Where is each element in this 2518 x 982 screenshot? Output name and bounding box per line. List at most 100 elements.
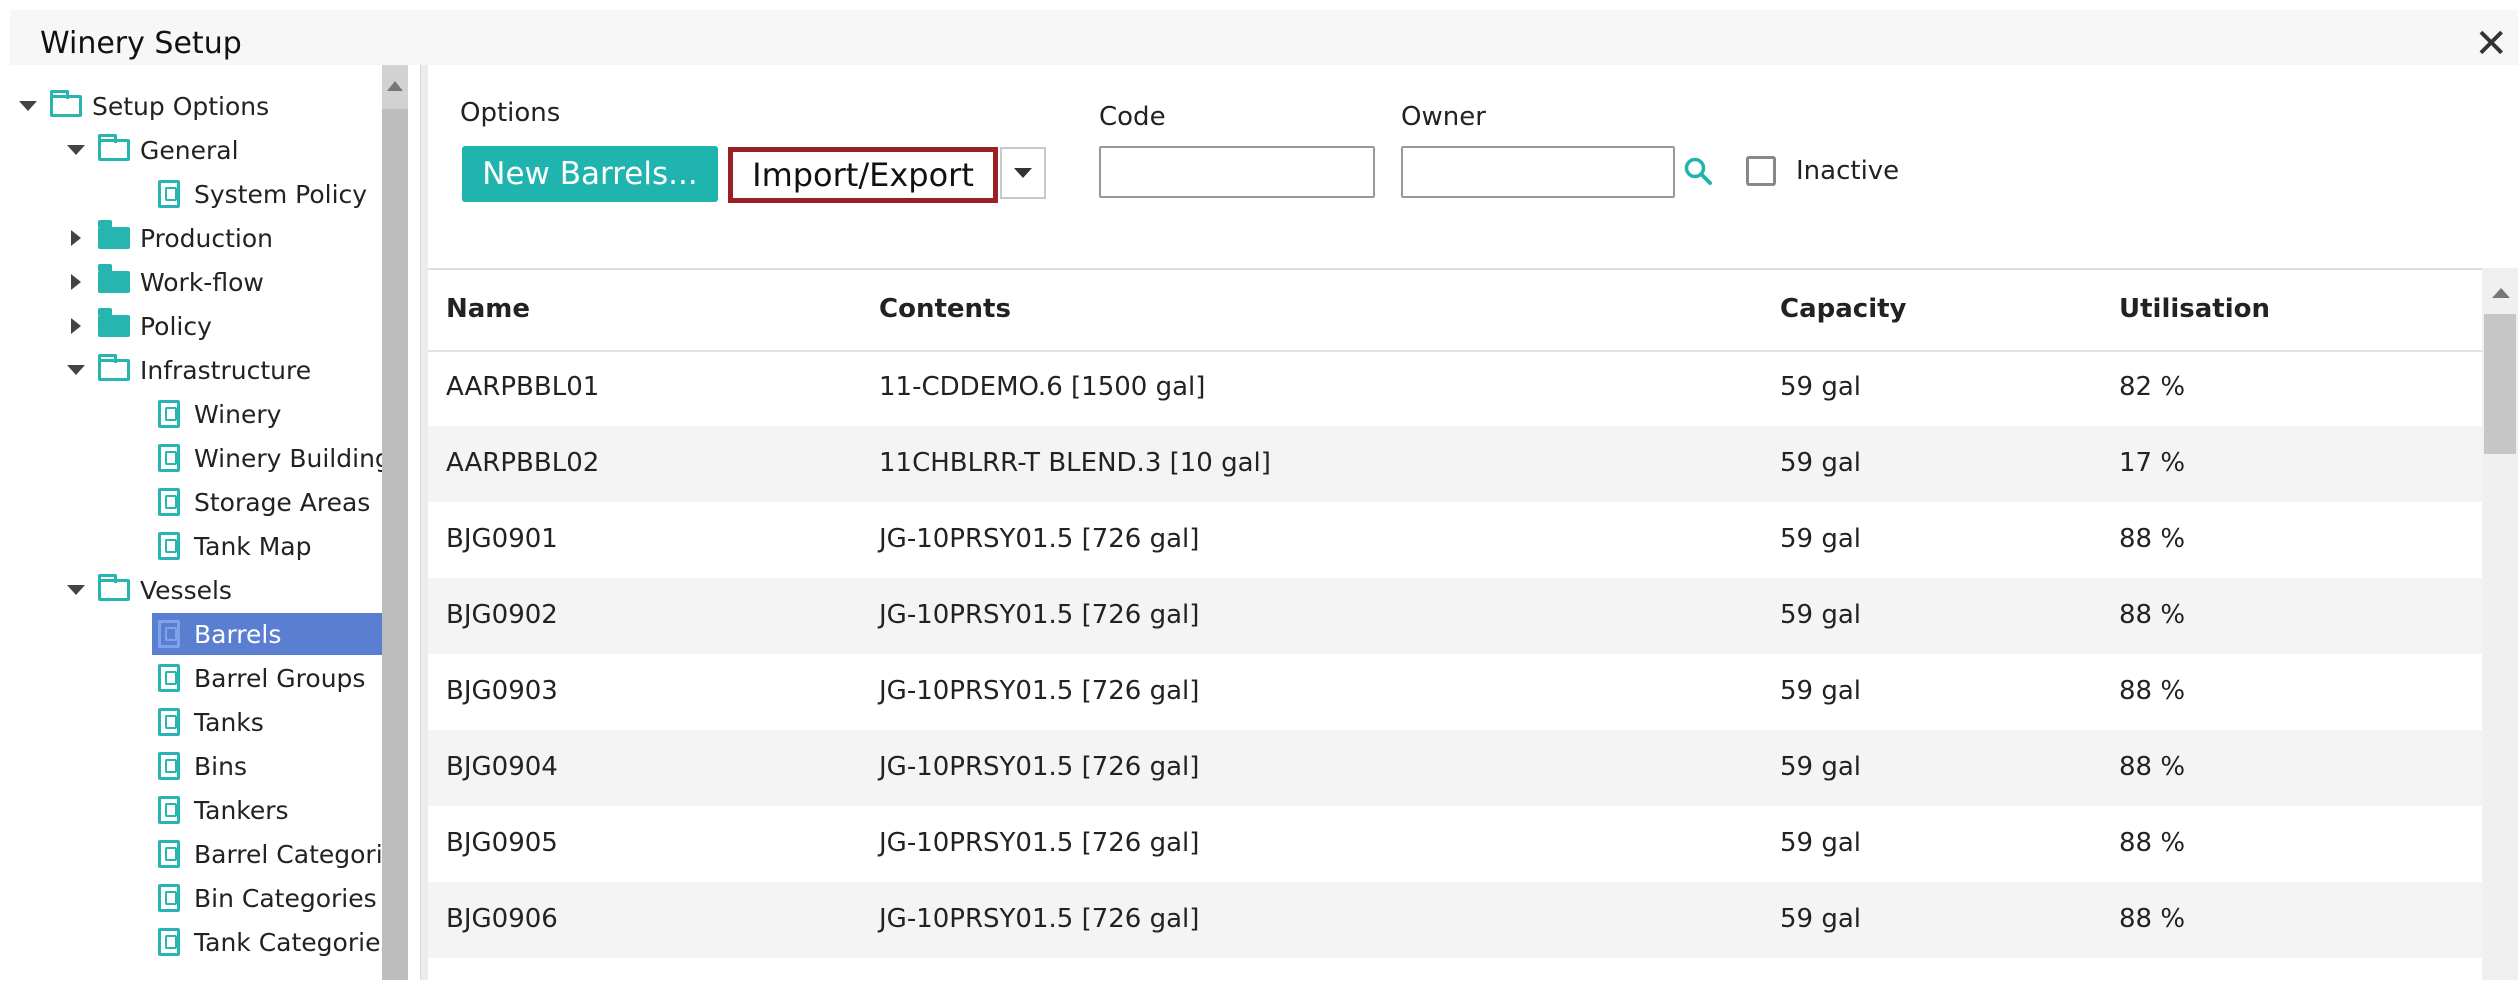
sidebar-item-label: Vessels — [140, 575, 232, 605]
column-header-capacity[interactable]: Capacity — [1780, 294, 1906, 324]
folder-open-icon — [98, 134, 130, 161]
cell-contents: 11-CDDEMO.6 [1500 gal] — [879, 372, 1206, 402]
sidebar-item-work-flow[interactable]: Work-flow — [64, 261, 264, 303]
sidebar-item-label: Winery Building — [194, 443, 382, 473]
table-row[interactable]: BJG0901 JG-10PRSY01.5 [726 gal] 59 gal 88 % — [428, 502, 2482, 578]
sidebar-item-tankers[interactable]: Tankers — [158, 789, 289, 831]
chevron-down-icon — [1014, 168, 1032, 178]
panel-divider[interactable] — [420, 65, 428, 980]
table-scrollbar-thumb[interactable] — [2484, 314, 2516, 454]
cell-utilisation: 88 % — [2119, 828, 2186, 858]
sidebar-item-tank-categories[interactable]: Tank Categories — [158, 921, 382, 963]
folder-open-icon — [98, 574, 130, 601]
cell-capacity: 59 gal — [1780, 904, 1862, 934]
table-row[interactable]: BJG0903 JG-10PRSY01.5 [726 gal] 59 gal 88 % — [428, 654, 2482, 730]
scroll-up-icon[interactable] — [2492, 288, 2510, 298]
cell-name: BJG0906 — [446, 904, 558, 934]
collapse-arrow-icon[interactable] — [64, 314, 88, 338]
cell-contents: JG-10PRSY01.5 [726 gal] — [879, 904, 1200, 934]
sidebar-item-bins[interactable]: Bins — [158, 745, 247, 787]
collapse-arrow-icon[interactable] — [64, 226, 88, 250]
table-row[interactable]: AARPBBL02 11CHBLRR-T BLEND.3 [10 gal] 59 g… — [428, 426, 2482, 502]
collapse-arrow-icon[interactable] — [64, 270, 88, 294]
sidebar-item-winery-building[interactable]: Winery Building — [158, 437, 382, 479]
table-scrollbar[interactable] — [2482, 268, 2518, 980]
sidebar-item-winery[interactable]: Winery — [158, 393, 281, 435]
document-icon — [158, 620, 180, 648]
cell-utilisation: 88 % — [2119, 524, 2186, 554]
title-bar: Winery Setup ✕ — [10, 10, 2518, 65]
sidebar-item-bin-categories[interactable]: Bin Categories — [158, 877, 377, 919]
document-icon — [158, 664, 180, 692]
sidebar-item-barrel-categori[interactable]: Barrel Categori — [158, 833, 382, 875]
options-label: Options — [460, 98, 561, 128]
table-row[interactable]: AARPBBL01 11-CDDEMO.6 [1500 gal] 59 gal 82 … — [428, 350, 2482, 426]
cell-name: BJG0905 — [446, 828, 558, 858]
cell-capacity: 59 gal — [1780, 828, 1862, 858]
cell-name: BJG0904 — [446, 752, 558, 782]
sidebar-item-label: Barrel Groups — [194, 663, 366, 693]
table-header: Name Contents Capacity Utilisation — [428, 270, 2482, 352]
sidebar-item-label: Storage Areas — [194, 487, 371, 517]
cell-utilisation: 88 % — [2119, 752, 2186, 782]
cell-capacity: 59 gal — [1780, 448, 1862, 478]
table-row[interactable]: BJG0904 JG-10PRSY01.5 [726 gal] 59 gal 88 % — [428, 730, 2482, 806]
sidebar-item-label: Bins — [194, 751, 247, 781]
column-header-contents[interactable]: Contents — [879, 294, 1011, 324]
document-icon — [158, 532, 180, 560]
document-icon — [158, 180, 180, 208]
sidebar-item-tank-map[interactable]: Tank Map — [158, 525, 311, 567]
sidebar-item-label: Bin Categories — [194, 883, 377, 913]
sidebar-item-label: System Policy — [194, 179, 368, 209]
document-icon — [158, 928, 180, 956]
expand-arrow-icon[interactable] — [64, 578, 88, 602]
expand-arrow-icon[interactable] — [64, 358, 88, 382]
sidebar-item-label: General — [140, 135, 239, 165]
setup-tree: Setup Options General System Policy Product… — [10, 65, 382, 980]
import-export-dropdown-button[interactable] — [1000, 147, 1046, 199]
cell-contents: JG-10PRSY01.5 [726 gal] — [879, 752, 1200, 782]
sidebar-item-system-policy[interactable]: System Policy — [158, 173, 367, 215]
cell-contents: JG-10PRSY01.5 [726 gal] — [879, 524, 1200, 554]
barrels-table: Name Contents Capacity Utilisation AARPB… — [428, 268, 2482, 982]
sidebar-item-label: Policy — [140, 311, 212, 341]
table-row[interactable]: BJG0906 JG-10PRSY01.5 [726 gal] 59 gal 88 % — [428, 882, 2482, 958]
sidebar-item-barrels[interactable]: Barrels — [152, 613, 382, 655]
table-row[interactable]: BJG0905 JG-10PRSY01.5 [726 gal] 59 gal 88 % — [428, 806, 2482, 882]
inactive-checkbox[interactable] — [1746, 156, 1776, 186]
folder-icon — [98, 264, 130, 293]
sidebar-scrollbar[interactable] — [382, 65, 408, 980]
sidebar-item-general[interactable]: General — [64, 129, 239, 171]
new-barrels-button[interactable]: New Barrels... — [462, 146, 718, 202]
sidebar-item-label: Work-flow — [140, 267, 264, 297]
sidebar-item-storage-areas[interactable]: Storage Areas — [158, 481, 370, 523]
import-export-button[interactable]: Import/Export — [728, 147, 998, 203]
sidebar-item-production[interactable]: Production — [64, 217, 273, 259]
column-header-name[interactable]: Name — [446, 294, 530, 324]
column-header-utilisation[interactable]: Utilisation — [2119, 294, 2270, 324]
sidebar-item-infrastructure[interactable]: Infrastructure — [64, 349, 311, 391]
cell-utilisation: 82 % — [2119, 372, 2186, 402]
sidebar-item-vessels[interactable]: Vessels — [64, 569, 232, 611]
sidebar-item-label: Tankers — [194, 795, 289, 825]
sidebar-item-barrel-groups[interactable]: Barrel Groups — [158, 657, 365, 699]
sidebar-scrollbar-thumb[interactable] — [382, 109, 408, 980]
sidebar-item-tanks[interactable]: Tanks — [158, 701, 264, 743]
scroll-up-icon[interactable] — [387, 81, 403, 91]
code-input[interactable] — [1099, 146, 1375, 198]
document-icon — [158, 840, 180, 868]
owner-input[interactable] — [1401, 146, 1675, 198]
folder-open-icon — [98, 354, 130, 381]
search-icon[interactable] — [1683, 156, 1713, 186]
document-icon — [158, 488, 180, 516]
sidebar-item-policy[interactable]: Policy — [64, 305, 212, 347]
cell-name: AARPBBL02 — [446, 448, 600, 478]
table-row[interactable]: BJG0902 JG-10PRSY01.5 [726 gal] 59 gal 88 % — [428, 578, 2482, 654]
sidebar-item-setup-options[interactable]: Setup Options — [16, 85, 269, 127]
expand-arrow-icon[interactable] — [64, 138, 88, 162]
cell-contents: JG-10PRSY01.5 [726 gal] — [879, 676, 1200, 706]
expand-arrow-icon[interactable] — [16, 94, 40, 118]
close-icon[interactable]: ✕ — [2474, 24, 2508, 64]
folder-open-icon — [50, 90, 82, 117]
window-title: Winery Setup — [40, 26, 242, 61]
